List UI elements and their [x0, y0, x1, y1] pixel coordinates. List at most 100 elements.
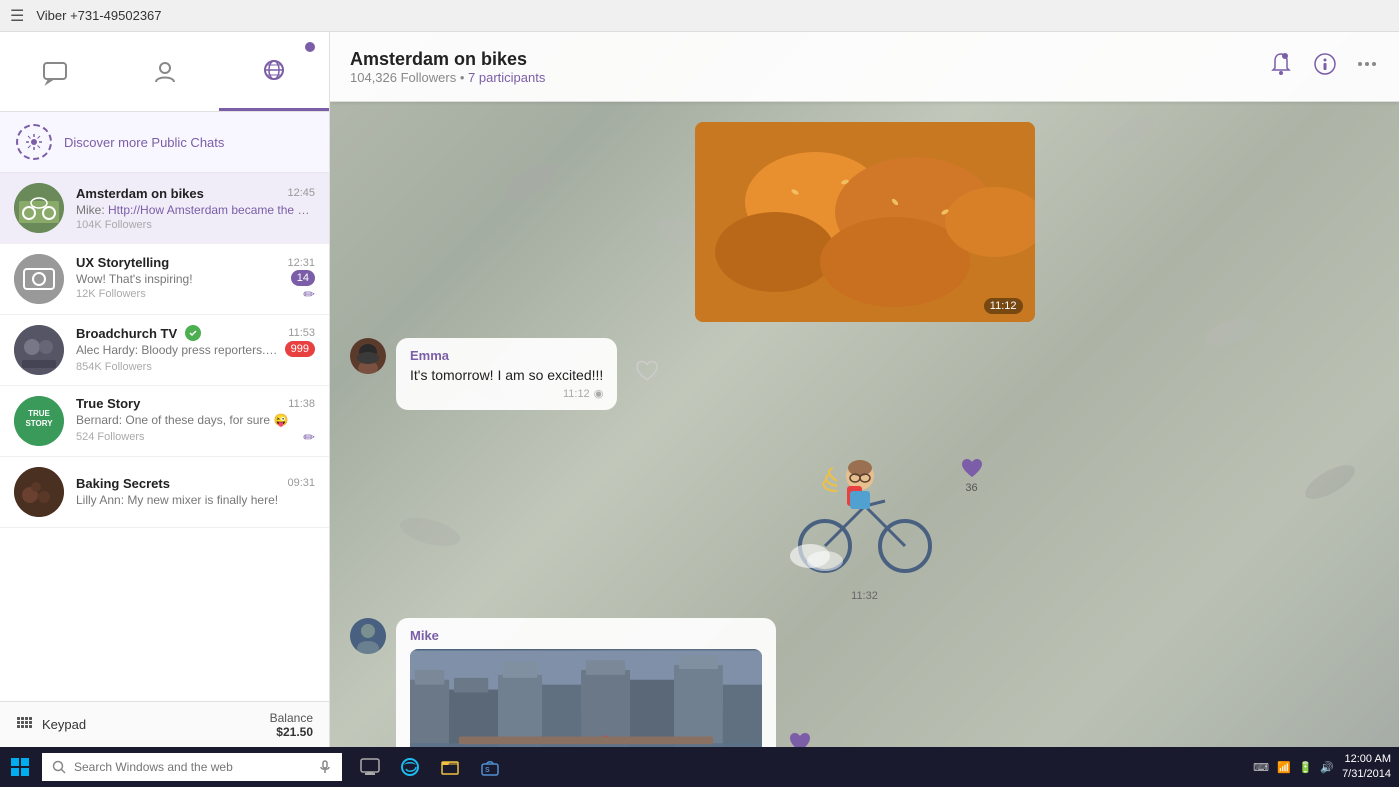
message-mike: Mike [350, 618, 1379, 747]
chat-header-sub: 104,326 Followers • 7 participants [350, 70, 1267, 85]
amsterdam-avatar-img [14, 183, 64, 233]
taskbar-app-edge[interactable] [392, 749, 428, 785]
tab-chats[interactable] [0, 32, 110, 111]
emma-time: 11:12 [563, 388, 590, 400]
svg-text:S: S [485, 767, 490, 774]
discover-text: Discover more Public Chats [64, 135, 224, 150]
menu-icon[interactable]: ☰ [10, 6, 24, 26]
start-button[interactable] [0, 747, 40, 787]
sticker-time: 11:32 [775, 590, 955, 602]
title-bar: ☰ Viber +731-49502367 [0, 0, 1399, 32]
chat-item-truestory[interactable]: TRUE STORY True Story 11:38 Bernard: One… [0, 386, 329, 457]
emma-bubble: Emma It's tomorrow! I am so excited!!! 1… [396, 338, 617, 410]
baking-preview: Lilly Ann: My new mixer is finally here! [76, 493, 278, 507]
avatar-broadchurch [14, 325, 64, 375]
clock-time: 12:00 AM [1342, 752, 1391, 767]
bell-icon [1267, 50, 1295, 78]
balance-label: Balance [270, 711, 313, 725]
draft-icon-truestory: ✏ [303, 429, 315, 446]
app-title: Viber +731-49502367 [36, 8, 161, 23]
chat-panel: Amsterdam on bikes 104,326 Followers • 7… [330, 32, 1399, 747]
amsterdam-canal-svg [410, 649, 762, 747]
mike-msg-wrapper: Mike [396, 618, 814, 747]
taskbar-app-files[interactable] [432, 749, 468, 785]
message-image: 11:12 [695, 122, 1035, 322]
network-icon: 📶 [1277, 761, 1291, 774]
baking-name: Baking Secrets [76, 476, 170, 491]
chat-icon [41, 58, 69, 86]
taskbar-search[interactable] [42, 753, 342, 781]
message-emma: Emma It's tomorrow! I am so excited!!! 1… [350, 338, 1379, 410]
chat-item-broadchurch[interactable]: Broadchurch TV 11:53 Alec Hardy: Bloody … [0, 315, 329, 386]
chat-item-ux[interactable]: UX Storytelling 12:31 Wow! That's inspir… [0, 244, 329, 315]
app-container: Discover more Public Chats Amste [0, 32, 1399, 747]
file-explorer-icon [440, 757, 460, 777]
amsterdam-name: Amsterdam on bikes [76, 186, 204, 201]
broadchurch-preview: Alec Hardy: Bloody press reporters. Elli… [76, 343, 281, 357]
messages-area[interactable]: 11:12 Emma It's [330, 102, 1399, 747]
tab-contacts[interactable] [110, 32, 220, 111]
emma-avatar-img [350, 338, 386, 374]
more-icon [1355, 52, 1379, 76]
cyclist-sticker-svg [775, 426, 955, 586]
taskbar-app-store[interactable]: S [472, 749, 508, 785]
ux-name: UX Storytelling [76, 255, 169, 270]
chat-header-name: Amsterdam on bikes [350, 49, 1267, 70]
taskbar-app-desktop[interactable] [352, 749, 388, 785]
tab-public[interactable] [219, 32, 329, 111]
discover-icon [16, 124, 52, 160]
participants-link[interactable]: 7 participants [468, 70, 545, 85]
sticker-like[interactable]: 36 [959, 456, 985, 494]
keyboard-icon-bar: ⌨ [1253, 761, 1269, 774]
chat-item-amsterdam[interactable]: Amsterdam on bikes 12:45 Mike: Http://Ho… [0, 173, 329, 244]
avatar-baking [14, 467, 64, 517]
taskbar-clock: 12:00 AM 7/31/2014 [1342, 752, 1391, 783]
search-icon [52, 760, 66, 774]
link-card[interactable]: How Amsterdam became the bicycle capital… [410, 649, 762, 747]
baking-time: 09:31 [287, 477, 315, 489]
ux-info: UX Storytelling 12:31 Wow! That's inspir… [76, 255, 315, 303]
ux-preview: Wow! That's inspiring! [76, 272, 193, 286]
amsterdam-info: Amsterdam on bikes 12:45 Mike: Http://Ho… [76, 186, 315, 231]
edge-icon [400, 757, 420, 777]
search-input[interactable] [74, 760, 310, 774]
public-chats-icon [260, 56, 288, 84]
mike-like-btn[interactable]: 2 [786, 729, 814, 747]
svg-text:STORY: STORY [25, 419, 53, 428]
taskbar-right: ⌨ 📶 🔋 🔊 12:00 AM 7/31/2014 [1253, 752, 1399, 783]
ux-badge: 14 [291, 270, 315, 286]
discover-banner[interactable]: Discover more Public Chats [0, 112, 329, 173]
sidebar-bottom: Keypad Balance $21.50 [0, 701, 329, 747]
amsterdam-photo [410, 649, 762, 747]
keypad-button[interactable]: Keypad [16, 716, 86, 734]
truestory-info: True Story 11:38 Bernard: One of these d… [76, 396, 315, 446]
image-time: 11:12 [984, 298, 1023, 314]
emma-footer: 11:12 ◉ [410, 387, 603, 400]
sidebar-tabs [0, 32, 329, 112]
food-image-content [695, 122, 1035, 322]
truestory-name: True Story [76, 396, 140, 411]
verified-icon [185, 325, 201, 341]
sticker-heart-icon [959, 456, 985, 482]
amsterdam-preview: Mike: Http://How Amsterdam became the bi… [76, 203, 315, 217]
notification-button[interactable] [1267, 50, 1295, 83]
avatar-amsterdam [14, 183, 64, 233]
emma-bubble-wrapper: Emma It's tomorrow! I am so excited!!! 1… [396, 338, 617, 410]
emma-like-btn[interactable] [633, 358, 661, 391]
broadchurch-info: Broadchurch TV 11:53 Alec Hardy: Bloody … [76, 325, 315, 375]
info-button[interactable] [1311, 50, 1339, 83]
sidebar: Discover more Public Chats Amste [0, 32, 330, 747]
food-svg [695, 122, 1035, 322]
truestory-preview: Bernard: One of these days, for sure 😜 [76, 413, 288, 427]
chat-item-baking[interactable]: Baking Secrets 09:31 Lilly Ann: My new m… [0, 457, 329, 528]
amsterdam-time: 12:45 [287, 187, 315, 199]
baking-info: Baking Secrets 09:31 Lilly Ann: My new m… [76, 476, 315, 509]
taskbar-apps: S [352, 749, 508, 785]
more-button[interactable] [1355, 52, 1379, 81]
chat-list: Amsterdam on bikes 12:45 Mike: Http://Ho… [0, 173, 329, 701]
mike-heart-icon [786, 729, 814, 747]
discover-sparkle [24, 132, 44, 152]
chat-header: Amsterdam on bikes 104,326 Followers • 7… [330, 32, 1399, 102]
public-badge [305, 42, 315, 52]
draft-icon-ux: ✏ [303, 286, 315, 303]
